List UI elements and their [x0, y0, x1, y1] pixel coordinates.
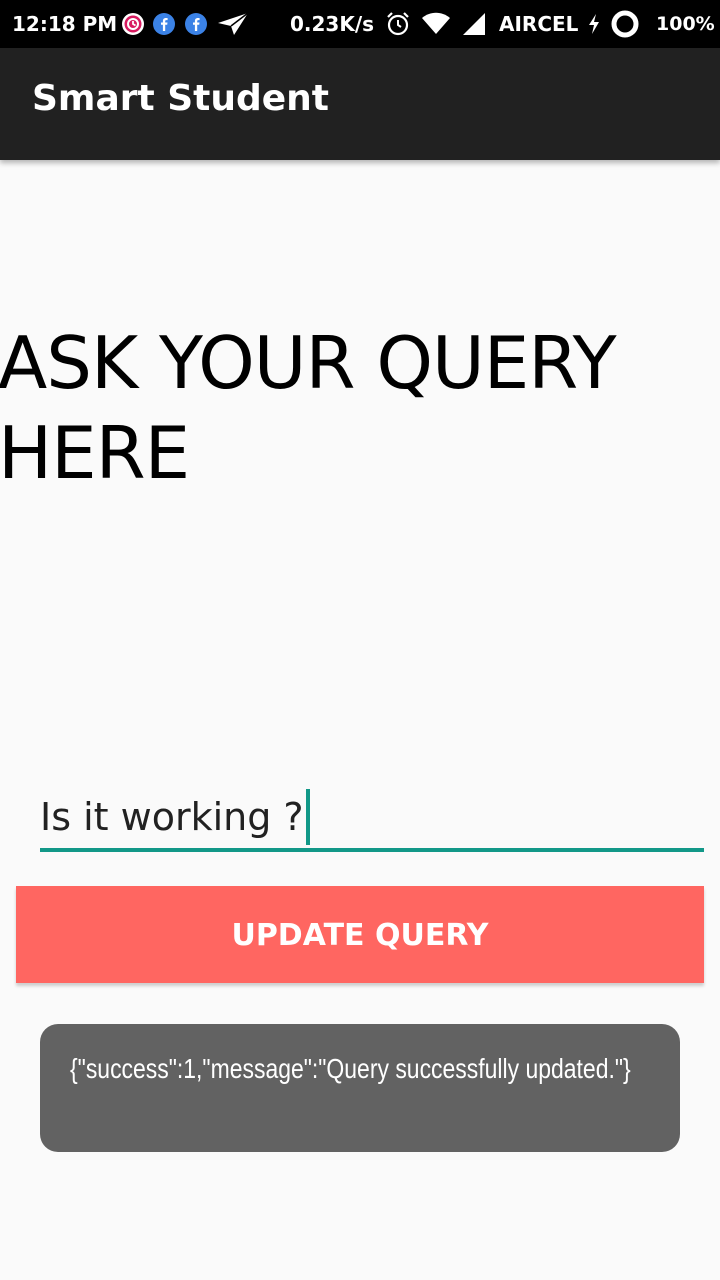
battery-percent: 100%: [656, 13, 715, 35]
notification-app-icon: [121, 0, 145, 48]
carrier-name: AIRCEL: [499, 12, 579, 36]
signal-icon: [461, 0, 487, 48]
screen: 12:18 PM 0.23K/s AIRCEL 100% Smart Stude…: [0, 0, 720, 1280]
network-speed: 0.23K/s: [290, 12, 375, 36]
app-bar: Smart Student: [0, 48, 720, 160]
send-icon: [216, 0, 250, 48]
query-input[interactable]: Is it working ?: [40, 786, 310, 848]
facebook-icon: [152, 0, 176, 48]
charging-icon: [587, 0, 601, 48]
battery-icon: [610, 0, 640, 48]
status-time: 12:18 PM: [12, 12, 118, 36]
toast-text: {"success":1,"message":"Query successful…: [70, 1053, 631, 1084]
toast-message: {"success":1,"message":"Query successful…: [40, 1024, 680, 1152]
wifi-icon: [421, 0, 451, 48]
page-heading: ASK YOUR QUERY HERE: [0, 321, 617, 495]
text-cursor: [305, 789, 310, 845]
query-input-value: Is it working ?: [40, 795, 304, 839]
query-input-field[interactable]: Is it working ?: [40, 786, 704, 852]
facebook-icon: [184, 0, 208, 48]
app-title: Smart Student: [32, 78, 330, 119]
alarm-icon: [385, 0, 411, 48]
status-bar: 12:18 PM 0.23K/s AIRCEL 100%: [0, 0, 720, 48]
update-query-button[interactable]: UPDATE QUERY: [16, 886, 704, 983]
